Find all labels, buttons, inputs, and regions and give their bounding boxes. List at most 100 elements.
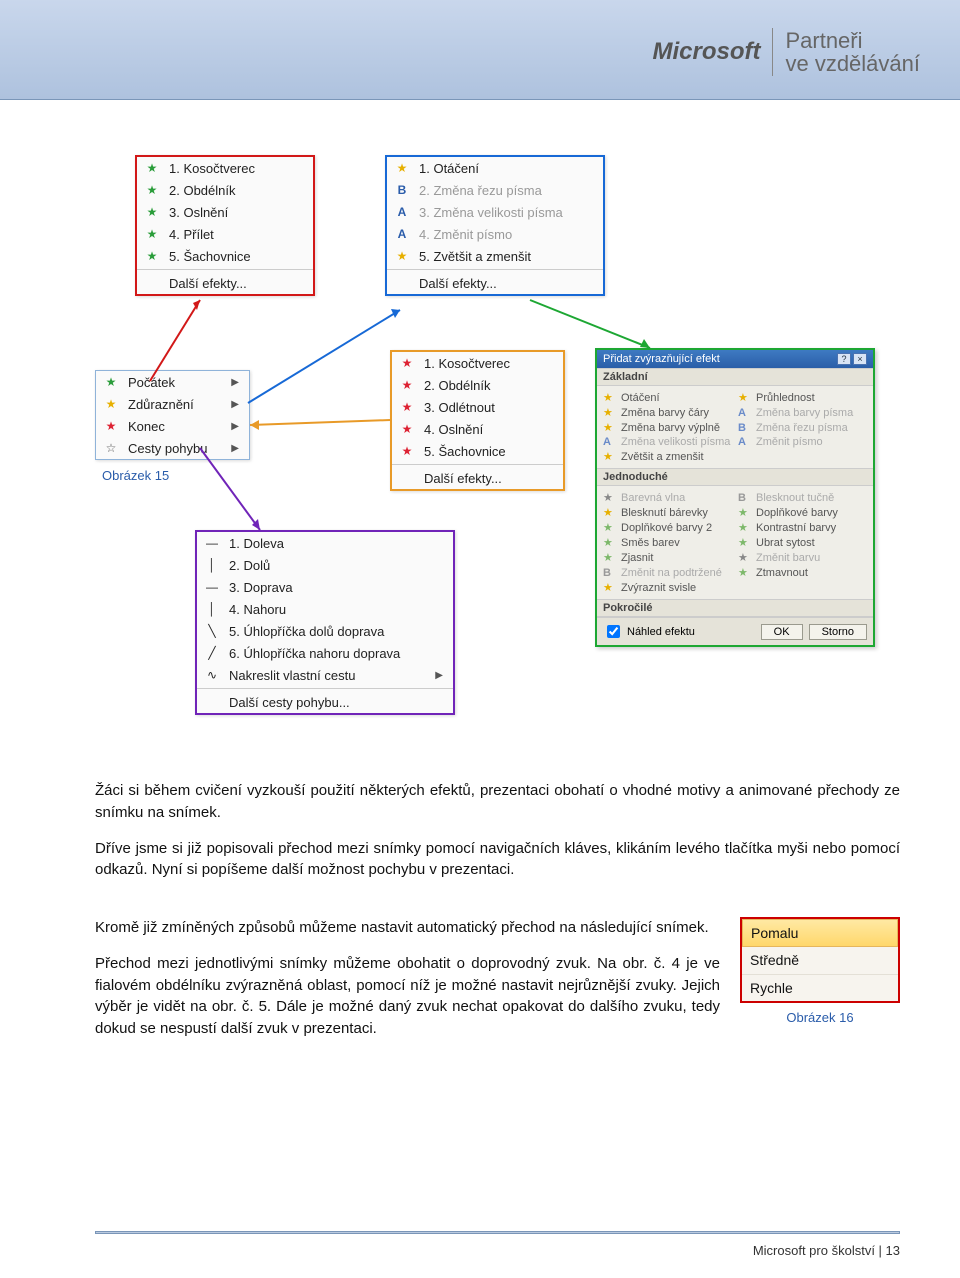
star-icon: ★ [102, 396, 120, 412]
effect-item[interactable]: ★Zvětšit a zmenšit [603, 449, 732, 464]
menu-item-label: 2. Obdélník [169, 183, 236, 198]
menu-item-label: 1. Otáčení [419, 161, 479, 176]
entrance-effects-menu[interactable]: ★1. Kosočtverec ★2. Obdélník ★3. Oslnění… [135, 155, 315, 296]
menu-item[interactable]: ★2. Obdélník [137, 179, 313, 201]
emphasis-effects-menu[interactable]: ★1. Otáčení B2. Změna řezu písma A3. Změ… [385, 155, 605, 296]
more-effects-item[interactable]: Další efekty... [387, 272, 603, 294]
menu-item[interactable]: ★5. Šachovnice [137, 245, 313, 267]
star-icon: ★ [143, 226, 161, 242]
menu-item-label: Další efekty... [169, 276, 247, 291]
menu-item[interactable]: │2. Dolů [197, 554, 453, 576]
menu-item[interactable]: A4. Změnit písmo [387, 223, 603, 245]
effect-item[interactable]: BZměna řezu písma [738, 420, 867, 435]
star-icon: ★ [102, 374, 120, 390]
menu-item[interactable]: B2. Změna řezu písma [387, 179, 603, 201]
menu-item-label: 1. Kosočtverec [424, 356, 510, 371]
effect-item[interactable]: ★Změna barvy výplně [603, 420, 732, 435]
menu-item[interactable]: ★2. Obdélník [392, 374, 563, 396]
preview-checkbox-input[interactable] [607, 625, 620, 638]
motion-paths-menu[interactable]: —1. Doleva │2. Dolů —3. Doprava │4. Naho… [195, 530, 455, 715]
draw-path-icon: ∿ [203, 667, 221, 683]
menu-item[interactable]: ★1. Otáčení [387, 157, 603, 179]
speed-option-slow[interactable]: Pomalu [742, 919, 898, 947]
help-icon[interactable]: ? [837, 353, 851, 365]
effect-item[interactable]: ★Barevná vlna [603, 490, 732, 505]
menu-item-emphasis[interactable]: ★Zdůraznění▶ [96, 393, 249, 415]
close-icon[interactable]: × [853, 353, 867, 365]
menu-item-exit[interactable]: ★Konec▶ [96, 415, 249, 437]
menu-item-label: 5. Úhlopříčka dolů doprava [229, 624, 384, 639]
effect-item[interactable]: ★Blesknutí bárevky [603, 505, 732, 520]
speed-option-medium[interactable]: Středně [742, 947, 898, 974]
effect-item[interactable]: ★Směs barev [603, 535, 732, 550]
path-left-icon: — [203, 535, 221, 551]
star-icon: ★ [738, 521, 752, 534]
menu-item-label: Nakreslit vlastní cestu [229, 668, 355, 683]
page-footer: Microsoft pro školství | 13 [753, 1243, 900, 1258]
menu-item[interactable]: ╱6. Úhlopříčka nahoru doprava [197, 642, 453, 664]
menu-item[interactable]: ★3. Oslnění [137, 201, 313, 223]
effect-item[interactable]: AZměnit písmo [738, 435, 867, 449]
menu-item-motion-paths[interactable]: ☆Cesty pohybu▶ [96, 437, 249, 459]
more-paths-item[interactable]: Další cesty pohybu... [197, 691, 453, 713]
effect-item[interactable]: ★Změnit barvu [738, 550, 867, 565]
menu-item[interactable]: ★1. Kosočtverec [137, 157, 313, 179]
more-effects-item[interactable]: Další efekty... [392, 467, 563, 489]
star-icon: ★ [738, 506, 752, 519]
animation-type-menu[interactable]: ★Počátek▶ ★Zdůraznění▶ ★Konec▶ ☆Cesty po… [95, 370, 250, 460]
effect-item[interactable]: ★Doplňkové barvy [738, 505, 867, 520]
effect-item[interactable]: AZměna velikosti písma [603, 435, 732, 449]
menu-item[interactable]: │4. Nahoru [197, 598, 453, 620]
effect-item[interactable]: ★Ztmavnout [738, 565, 867, 580]
menu-item-label: 2. Dolů [229, 558, 270, 573]
speed-option-fast[interactable]: Rychle [742, 975, 898, 1001]
star-icon: ★ [603, 551, 617, 564]
dialog-section-simple: Jednoduché [597, 468, 873, 486]
menu-item-label: 3. Změna velikosti písma [419, 205, 563, 220]
ok-button[interactable]: OK [761, 624, 803, 640]
menu-item-entrance[interactable]: ★Počátek▶ [96, 371, 249, 393]
menu-item-label: Další efekty... [419, 276, 497, 291]
effect-item[interactable]: ★Zvýraznit svisle [603, 580, 732, 595]
menu-item[interactable]: ★5. Zvětšit a zmenšit [387, 245, 603, 267]
star-icon: ★ [603, 521, 617, 534]
speed-dropdown[interactable]: Pomalu Středně Rychle [740, 917, 900, 1003]
star-icon: ★ [603, 491, 617, 504]
menu-item-label: 6. Úhlopříčka nahoru doprava [229, 646, 400, 661]
cancel-button[interactable]: Storno [809, 624, 867, 640]
menu-item[interactable]: ★5. Šachovnice [392, 440, 563, 462]
more-effects-item[interactable]: Další efekty... [137, 272, 313, 294]
menu-item[interactable]: A3. Změna velikosti písma [387, 201, 603, 223]
effect-item[interactable]: ★Změna barvy čáry [603, 405, 732, 420]
effect-item[interactable]: ★Otáčení [603, 390, 732, 405]
menu-item-label: 4. Změnit písmo [419, 227, 512, 242]
dialog-titlebar: Přidat zvýrazňující efekt ?× [597, 350, 873, 368]
star-icon: ★ [143, 204, 161, 220]
menu-item[interactable]: —3. Doprava [197, 576, 453, 598]
effect-item[interactable]: ★Doplňkové barvy 2 [603, 520, 732, 535]
effect-item[interactable]: ★Zjasnit [603, 550, 732, 565]
chevron-right-icon: ▶ [231, 377, 239, 388]
effect-item[interactable]: ★Kontrastní barvy [738, 520, 867, 535]
menu-item[interactable]: ★4. Oslnění [392, 418, 563, 440]
effect-item[interactable]: BBlesknout tučně [738, 490, 867, 505]
path-up-icon: │ [203, 601, 221, 617]
effect-item[interactable]: ★Ubrat sytost [738, 535, 867, 550]
dialog-section-basic: Základní [597, 368, 873, 386]
header-divider [772, 28, 773, 76]
menu-item-label: Další cesty pohybu... [229, 695, 350, 710]
menu-item[interactable]: ╲5. Úhlopříčka dolů doprava [197, 620, 453, 642]
menu-item[interactable]: —1. Doleva [197, 532, 453, 554]
star-icon: ★ [398, 399, 416, 415]
effect-item[interactable]: AZměna barvy písma [738, 405, 867, 420]
effect-item[interactable]: BZměnit na podtržené [603, 565, 732, 580]
menu-item[interactable]: ★3. Odlétnout [392, 396, 563, 418]
menu-item-draw-path[interactable]: ∿Nakreslit vlastní cestu▶ [197, 664, 453, 686]
add-emphasis-effect-dialog[interactable]: Přidat zvýrazňující efekt ?× Základní ★O… [595, 348, 875, 647]
preview-checkbox[interactable]: Náhled efektu [603, 622, 695, 641]
exit-effects-menu[interactable]: ★1. Kosočtverec ★2. Obdélník ★3. Odlétno… [390, 350, 565, 491]
menu-item[interactable]: ★4. Přílet [137, 223, 313, 245]
menu-item[interactable]: ★1. Kosočtverec [392, 352, 563, 374]
effect-item[interactable]: ★Průhlednost [738, 390, 867, 405]
star-icon: ★ [738, 536, 752, 549]
